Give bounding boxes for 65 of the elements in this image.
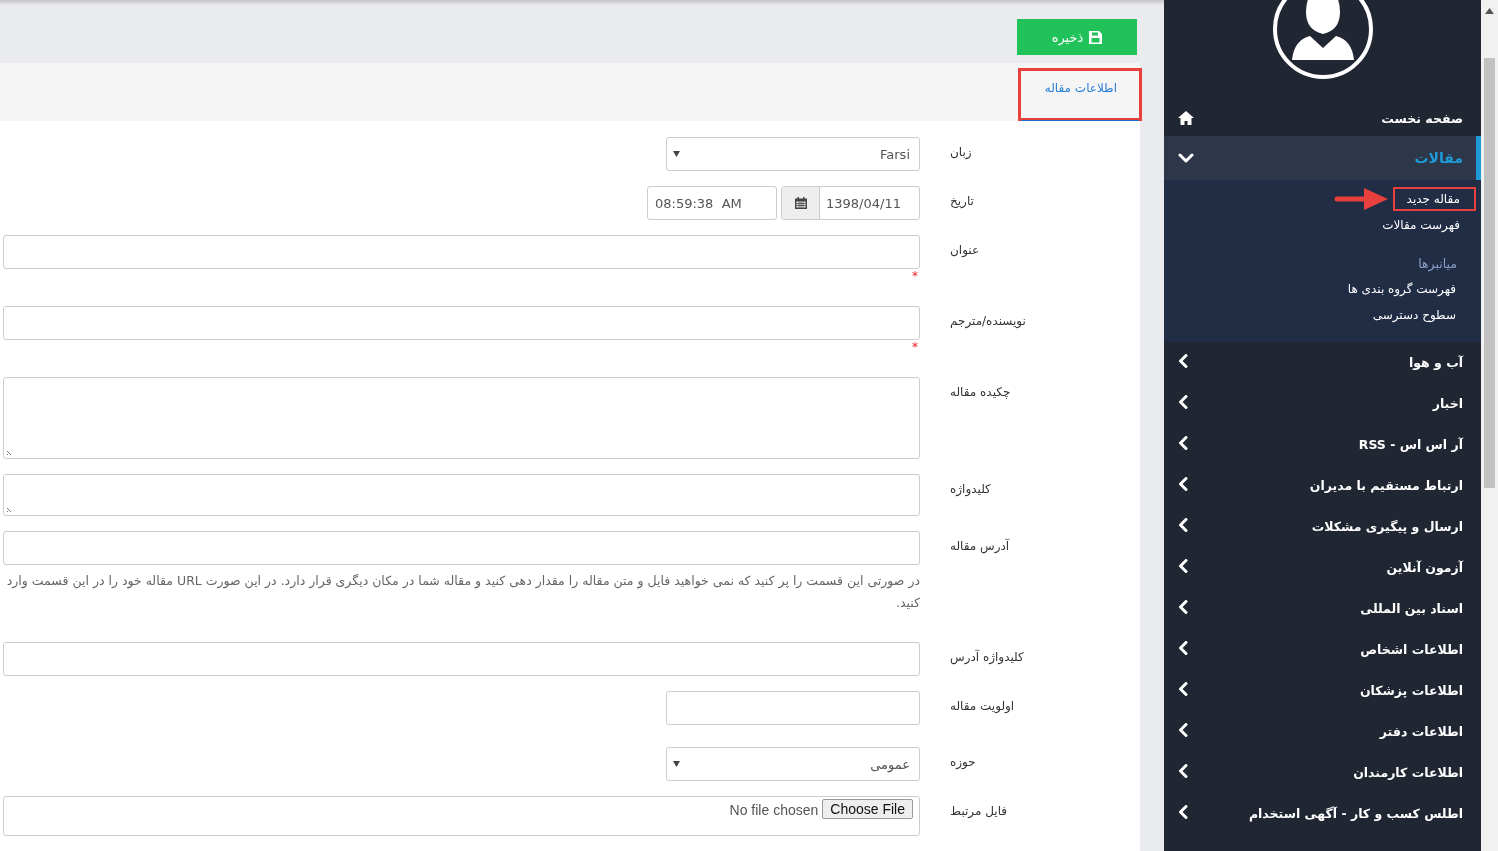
field-label: تاریخ	[950, 194, 974, 208]
help-text: در صورتی این قسمت را پر کنید که نمی خواهید فایل و متن مقاله را مقدار دهی کنید و مقاله شما در مکان دیگری قرار دارد. در این صورت URL مقاله خود را در این قسمت وارد کنید.	[5, 572, 920, 612]
chevron-left-icon	[1178, 477, 1188, 491]
chevron-left-icon	[1178, 600, 1188, 614]
calendar-icon	[794, 197, 807, 209]
field-label: اولویت مقاله	[950, 699, 1015, 713]
chevron-left-icon	[1178, 518, 1188, 532]
chevron-left-icon	[1178, 723, 1188, 737]
menu-item[interactable]: اطلاعات پزشکان	[1359, 683, 1463, 698]
chevron-down-icon	[1178, 153, 1194, 163]
chevron-left-icon	[1178, 805, 1188, 819]
chevron-left-icon	[1178, 354, 1188, 368]
chevron-left-icon	[1178, 764, 1188, 778]
field-label: کلیدواژه آدرس	[950, 650, 1024, 664]
menu-item[interactable]: اسناد بین المللی	[1360, 601, 1463, 616]
scrollbar-thumb[interactable]	[1484, 58, 1495, 488]
menu-item[interactable]: آر اس اس - RSS	[1358, 437, 1463, 452]
field-label: چکیده مقاله	[950, 385, 1011, 399]
dropdown-arrow-icon	[673, 151, 680, 157]
menu-item-active[interactable]: مقالات	[1164, 136, 1481, 180]
chevron-left-icon	[1178, 436, 1188, 450]
text-field[interactable]	[666, 691, 920, 725]
required-mark: *	[912, 340, 918, 354]
menu-item[interactable]: اخبار	[1432, 396, 1463, 411]
field-label: زبان	[950, 145, 972, 159]
menu-item[interactable]: اطلاعات اشخاص	[1360, 642, 1463, 657]
menu-item[interactable]: آب و هوا	[1408, 355, 1463, 370]
chevron-left-icon	[1178, 641, 1188, 655]
chevron-left-icon	[1178, 559, 1188, 573]
submenu-link[interactable]: سطوح دسترسی	[1358, 303, 1476, 327]
field-label: آدرس مقاله	[950, 539, 1010, 553]
menu-item[interactable]: اطلس کسب و کار - آگهی استخدام	[1248, 806, 1463, 821]
time-field[interactable]: 08:59:38 AM	[647, 186, 777, 220]
home-icon[interactable]	[1178, 111, 1194, 125]
submenu-heading: میانبرها	[1418, 255, 1458, 271]
field-label: کلیدواژه	[950, 482, 991, 496]
resize-grip-icon[interactable]	[6, 505, 14, 513]
menu-item[interactable]: ارتباط مستقیم با مدیران	[1309, 478, 1463, 493]
file-field[interactable]: No file chosen Choose File	[3, 796, 920, 836]
menu-item[interactable]: آزمون آنلاین	[1386, 560, 1463, 575]
select-field[interactable]: عمومی	[666, 747, 920, 781]
avatar-icon	[1271, 0, 1374, 80]
submenu-link[interactable]: فهرست مقالات	[1368, 213, 1476, 237]
chevron-left-icon	[1178, 682, 1188, 696]
required-mark: *	[912, 269, 918, 283]
menu-item[interactable]: ارسال و پیگیری مشکلات	[1311, 519, 1463, 534]
date-field[interactable]: 1398/04/11	[781, 186, 920, 220]
text-field[interactable]	[3, 531, 920, 565]
text-field[interactable]	[3, 235, 920, 269]
menu-item[interactable]: اطلاعات کارمندان	[1353, 765, 1463, 780]
dropdown-arrow-icon	[673, 761, 680, 767]
submenu-link[interactable]: مقاله جدید	[1392, 187, 1476, 211]
submenu-link[interactable]: فهرست گروه بندی ها	[1333, 277, 1476, 301]
menu-item[interactable]: صفحه نخست	[1381, 110, 1463, 126]
resize-grip-icon[interactable]	[6, 448, 14, 456]
chevron-left-icon	[1178, 395, 1188, 409]
field-label: عنوان	[950, 243, 980, 257]
select-field[interactable]: Farsi	[666, 137, 920, 171]
field-label: حوزه	[950, 755, 976, 769]
scroll-up-icon[interactable]	[1485, 8, 1494, 14]
field-label: نویسنده/مترجم	[950, 314, 1026, 328]
text-field[interactable]	[3, 306, 920, 340]
text-field[interactable]	[3, 642, 920, 676]
field-label: فایل مرتبط	[950, 804, 1008, 818]
menu-item[interactable]: اطلاعات دفتر	[1379, 724, 1463, 739]
